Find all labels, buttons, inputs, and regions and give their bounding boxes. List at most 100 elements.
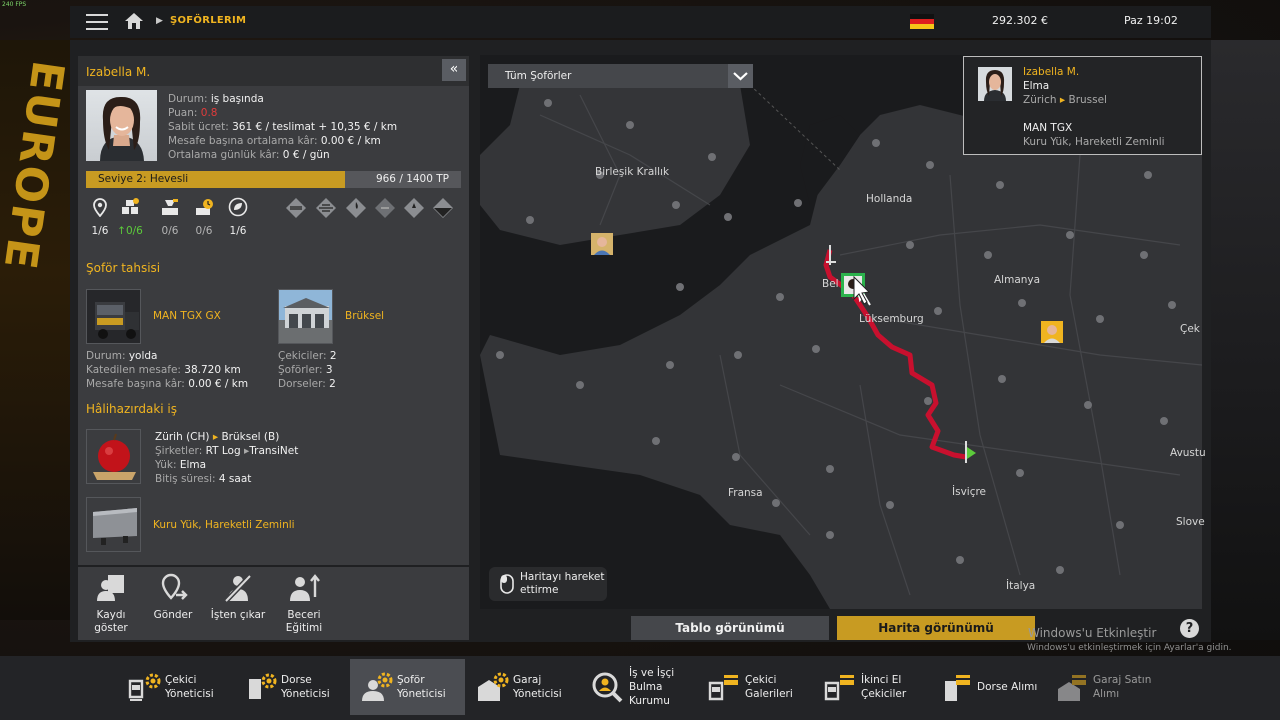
trailers-count: 2	[329, 378, 336, 390]
collapse-panel-icon[interactable]: «	[442, 59, 466, 81]
nav-garage-manager-label: Garaj	[513, 674, 542, 686]
cargo-thumbnail	[86, 429, 141, 484]
show-record-label-2: göster	[94, 622, 128, 634]
garage-name[interactable]: Brüksel	[345, 310, 384, 322]
nav-truck-dealer-label: Çekici	[745, 674, 777, 686]
trailers-label: Dorseler:	[278, 378, 326, 390]
skill-training-button[interactable]: Beceri Eğitimi	[271, 573, 337, 635]
driver-actions: Kaydı göster Gönder İşten çıkar Beceri Eği…	[78, 567, 469, 640]
nav-truck-dealer[interactable]: Çekici Galerileri	[698, 659, 813, 715]
garage-thumbnail[interactable]	[278, 289, 333, 344]
nav-recruitment[interactable]: İş ve İşçi Bulma Kurumu	[582, 659, 697, 715]
job-to: Brüksel (B)	[221, 431, 280, 443]
hazard-oxidizer-icon[interactable]	[404, 198, 424, 218]
level-label: Seviye 2: Hevesli	[98, 173, 189, 185]
truck-thumbnail[interactable]	[86, 289, 141, 344]
hazard-explosive-icon[interactable]	[286, 198, 306, 218]
skill-distance[interactable]: ↑0/6	[112, 197, 148, 237]
nav-garage-manager[interactable]: Garaj Yöneticisi	[466, 659, 581, 715]
show-record-label: Kaydı	[96, 609, 126, 621]
profit-km-label: Mesafe başına ortalama kâr:	[168, 135, 318, 147]
skill-fragile[interactable]: 0/6	[158, 197, 182, 237]
table-view-tab[interactable]: Tablo görünümü	[631, 616, 829, 640]
driver-card[interactable]: Izabella M. Elma Zürich ▸ Brussel MAN TG…	[963, 56, 1202, 155]
show-record-button[interactable]: Kaydı göster	[78, 573, 144, 635]
menu-icon[interactable]	[86, 14, 108, 30]
driver-filter-select[interactable]: Tüm Şoförler	[488, 64, 728, 88]
truck-status: yolda	[128, 350, 158, 362]
nav-trailer-manager[interactable]: Dorse Yöneticisi	[234, 659, 349, 715]
help-icon[interactable]: ?	[1180, 619, 1199, 638]
card-avatar	[978, 67, 1012, 101]
send-button[interactable]: Gönder	[140, 573, 206, 622]
used-truck-icon	[824, 675, 854, 701]
top-bar: ▶ ŞOFÖRLERIM 292.302 € Paz 19:02	[70, 6, 1211, 38]
breadcrumb-arrow-icon: ▶	[156, 16, 163, 26]
chevron-down-icon[interactable]	[728, 64, 753, 88]
hazard-toxic-icon[interactable]	[375, 198, 395, 218]
cargo-fragile-icon	[162, 199, 178, 215]
companies-label: Şirketler:	[155, 445, 203, 457]
skill-adr[interactable]: 1/6	[88, 197, 112, 237]
time-value: 4 saat	[218, 473, 252, 485]
skill-eco-count: 1/6	[229, 225, 247, 237]
nav-used-trucks[interactable]: İkinci El Çekiciler	[814, 659, 929, 715]
nav-used-trucks-label: İkinci El	[861, 674, 902, 686]
move-map-hint[interactable]: Haritayı hareket ettirme	[489, 567, 607, 601]
truck-name[interactable]: MAN TGX GX	[153, 310, 221, 322]
drivers-count: 3	[325, 364, 333, 376]
map-view-tab[interactable]: Harita görünümü	[837, 616, 1035, 640]
skill-adr-count: 1/6	[91, 225, 109, 237]
nav-driver-manager[interactable]: Şoför Yöneticisi	[350, 659, 465, 715]
fire-button[interactable]: İşten çıkar	[205, 573, 271, 622]
rating-label: Puan:	[168, 107, 198, 119]
move-map-label: Haritayı hareket	[520, 571, 605, 583]
profit-value: 0.00 € / km	[188, 378, 249, 390]
driver-info: Durum: iş başında Puan: 0.8 Sabit ücret:…	[168, 92, 397, 162]
truck-stats: Durum: yolda Katedilen mesafe: 38.720 km…	[86, 349, 248, 391]
skill-fragile-count: 0/6	[161, 225, 179, 237]
nav-trailer-purchase[interactable]: Dorse Alımı	[930, 659, 1045, 715]
company-to: TransiNet	[249, 445, 299, 457]
map-label-austria: Avustu	[1170, 447, 1206, 459]
windows-activation-title: Windows'u Etkinleştir	[1028, 626, 1157, 640]
recruitment-icon	[592, 672, 623, 703]
card-to: Brussel	[1068, 94, 1107, 106]
germany-flag-icon	[910, 14, 934, 29]
adr-icon	[93, 198, 107, 218]
level-bar: Seviye 2: Hevesli 966 / 1400 TP	[86, 171, 461, 188]
breadcrumb[interactable]: ŞOFÖRLERIM	[170, 15, 246, 26]
skill-training-icon	[290, 574, 320, 601]
job-info: Zürih (CH) ▸ Brüksel (B) Şirketler: RT L…	[155, 431, 299, 485]
distance-value: 38.720 km	[184, 364, 241, 376]
game-clock: Paz 19:02	[1124, 14, 1178, 27]
card-cargo: Elma	[1023, 80, 1050, 92]
map-label-uk: Birleşik Krallık	[595, 166, 670, 178]
skill-urgent[interactable]: 0/6	[192, 197, 216, 237]
current-job-title: Hâlihazırdaki iş	[86, 402, 178, 416]
skill-urgent-count: 0/6	[195, 225, 213, 237]
map-label-italy: İtalya	[1006, 580, 1036, 592]
hazard-gas-icon[interactable]	[316, 198, 336, 218]
nav-recruitment-label-2: Bulma	[629, 681, 663, 693]
card-trailer: Kuru Yük, Hareketli Zeminli	[1023, 136, 1165, 148]
map-label-france: Fransa	[728, 487, 763, 499]
company-from: RT Log	[205, 445, 241, 457]
garage-purchase-icon	[1058, 675, 1086, 701]
assignment-title: Şoför tahsisi	[86, 261, 161, 275]
show-record-icon	[97, 575, 124, 601]
distance-label: Katedilen mesafe:	[86, 364, 181, 376]
driver-profit-day: 0 € / gün	[282, 149, 330, 161]
driver-salary: 361 € / teslimat + 10,35 € / km	[232, 121, 398, 133]
hazard-corrosive-icon[interactable]	[433, 198, 453, 218]
nav-garage-purchase[interactable]: Garaj Satın Alımı	[1046, 659, 1161, 715]
map-label-belgium: Bel	[822, 278, 839, 290]
hazard-flammable-icon[interactable]	[346, 198, 366, 218]
skill-eco[interactable]: 1/6	[226, 197, 250, 237]
nav-truck-manager[interactable]: Çekici Yöneticisi	[118, 659, 233, 715]
home-icon[interactable]	[124, 12, 144, 30]
background-sign: EUROPE	[0, 40, 73, 620]
level-xp: 966 / 1400 TP	[375, 173, 449, 185]
truck-manager-icon	[128, 673, 161, 701]
skill-training-label: Beceri	[287, 609, 321, 621]
